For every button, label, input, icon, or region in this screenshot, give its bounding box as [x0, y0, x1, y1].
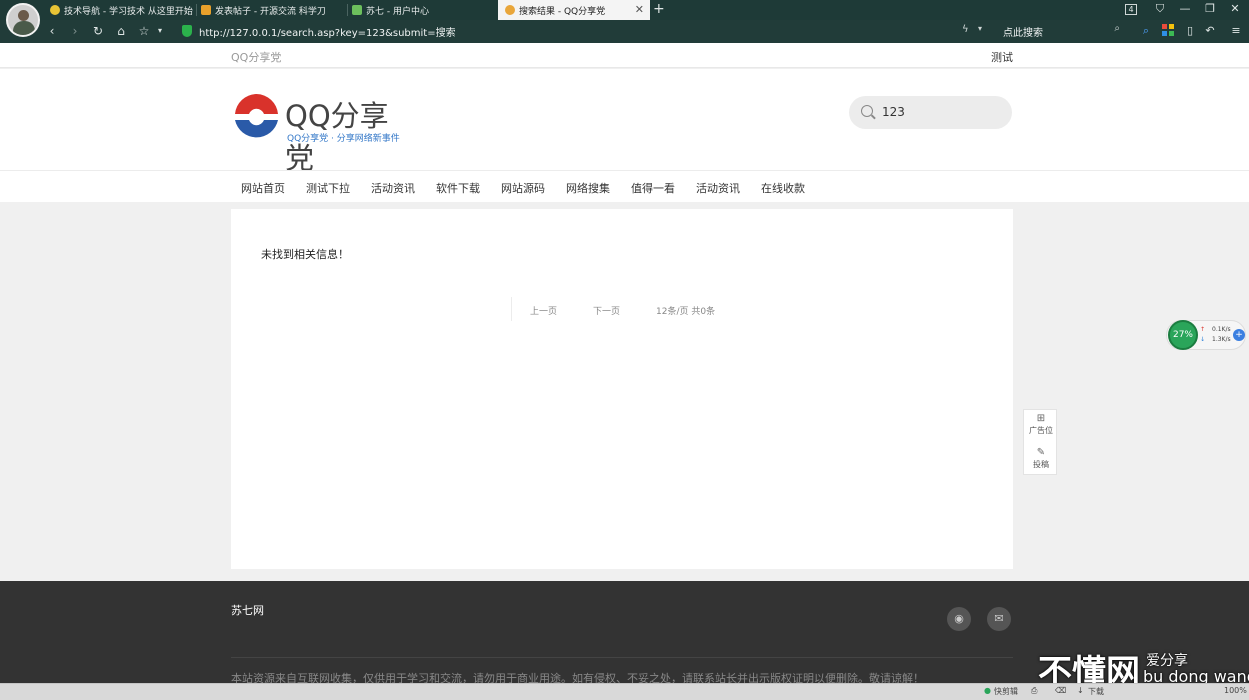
tab-title: 发表帖子 - 开源交流 科学刀	[215, 6, 326, 17]
tab-search-results[interactable]: 搜索结果 - QQ分享党 ✕	[498, 0, 650, 20]
site-name-link[interactable]: QQ分享党	[231, 49, 281, 65]
download-rate: 1.3K/s	[1212, 336, 1231, 343]
submit-post-button[interactable]: ✎ 投稿	[1024, 447, 1058, 470]
pagination: 上一页 下一页 12条/页 共0条	[511, 297, 715, 321]
find-icon[interactable]: ⌕	[1139, 24, 1153, 38]
mail-icon[interactable]: ✉	[987, 607, 1011, 631]
ad-label: 广告位	[1029, 426, 1053, 435]
close-window-icon[interactable]: ✕	[1225, 2, 1245, 15]
tab-post-thread[interactable]: 发表帖子 - 开源交流 科学刀	[201, 0, 347, 20]
tab-count-badge[interactable]: 4	[1125, 4, 1137, 15]
add-icon[interactable]: +	[1233, 329, 1245, 341]
fast-clip-label[interactable]: 快剪辑	[994, 686, 1018, 697]
nav-item-software[interactable]: 软件下载	[436, 180, 480, 196]
weibo-icon[interactable]: ◉	[947, 607, 971, 631]
screenshot-icon[interactable]: ⎙	[1031, 686, 1037, 696]
no-results-message: 未找到相关信息！	[261, 248, 349, 261]
back-icon[interactable]: ‹	[44, 23, 60, 39]
nav-item-home[interactable]: 网站首页	[241, 180, 285, 196]
ad-slot-button[interactable]: ⊞ 广告位	[1024, 413, 1058, 436]
site-topbar: QQ分享党 测试	[0, 43, 1249, 68]
lightning-icon[interactable]: ϟ	[962, 24, 969, 35]
side-float-panel: ⊞ 广告位 ✎ 投稿	[1023, 409, 1057, 475]
next-page-link[interactable]: 下一页	[593, 304, 620, 317]
chevron-down-icon[interactable]: ▾	[152, 23, 168, 39]
heart-icon	[50, 5, 60, 15]
tab-title: 搜索结果 - QQ分享党	[519, 6, 606, 17]
download-icon[interactable]: ↓	[1077, 686, 1084, 695]
user-avatar[interactable]	[6, 3, 40, 37]
browser-status-bar: ● 快剪辑 ⎙ ⌫ ↓ 下载 100%	[0, 683, 1249, 700]
grid-icon	[352, 5, 362, 15]
browser-toolbar: ‹ › ↻ ⌂ ☆ ▾ http://127.0.0.1/search.asp?…	[0, 20, 1249, 43]
site-search-input[interactable]: 123	[849, 96, 1012, 129]
tab-title: 苏七 - 用户中心	[366, 6, 429, 17]
favorite-star-icon[interactable]: ☆	[136, 23, 152, 39]
fast-clip-icon[interactable]: ●	[984, 686, 991, 695]
close-tab-icon[interactable]: ✕	[635, 3, 644, 16]
chevron-down-icon[interactable]: ▾	[978, 24, 982, 33]
status-left-icon	[0, 684, 10, 700]
search-placeholder: 点此搜索	[1003, 28, 1043, 39]
forward-icon[interactable]: ›	[67, 23, 83, 39]
tab-user-center[interactable]: 苏七 - 用户中心	[352, 0, 498, 20]
upload-rate: 0.1K/s	[1212, 326, 1231, 333]
apps-icon[interactable]	[1161, 24, 1175, 38]
site-nav: 网站首页 测试下拉 活动资讯 软件下载 网站源码 网络搜集 值得一看 活动资讯 …	[0, 170, 1249, 202]
security-shield-icon	[182, 25, 192, 37]
nav-item-collected[interactable]: 网络搜集	[566, 180, 610, 196]
shirt-skin-icon[interactable]: ⛉	[1150, 2, 1170, 16]
nav-item-events-2[interactable]: 活动资讯	[696, 180, 740, 196]
prev-page-link[interactable]: 上一页	[530, 304, 557, 317]
search-results-panel: 未找到相关信息！ 上一页 下一页 12条/页 共0条	[231, 209, 1013, 569]
network-percent: 27%	[1168, 320, 1198, 350]
notebook-icon	[201, 5, 211, 15]
footer-divider	[231, 657, 1013, 658]
restore-icon[interactable]: ❐	[1200, 2, 1220, 15]
nav-item-online-payment[interactable]: 在线收款	[761, 180, 805, 196]
site-logo[interactable]: QQ分享党 QQ分享党 · 分享网络新事件	[233, 91, 413, 175]
search-icon[interactable]: ⌕	[1114, 23, 1120, 34]
tab-title: 技术导航 - 学习技术 从这里开始	[64, 6, 193, 17]
search-icon[interactable]	[861, 105, 873, 117]
ad-icon: ⊞	[1036, 413, 1046, 424]
mobile-icon[interactable]: ▯	[1183, 24, 1197, 38]
nav-item-worth-seeing[interactable]: 值得一看	[631, 180, 675, 196]
footer-brand: 苏七网	[231, 604, 264, 617]
tab-tech-nav[interactable]: 技术导航 - 学习技术 从这里开始	[50, 0, 196, 20]
submit-label: 投稿	[1033, 460, 1049, 469]
search-value: 123	[882, 105, 905, 119]
nav-item-events[interactable]: 活动资讯	[371, 180, 415, 196]
new-tab-icon[interactable]: +	[653, 1, 665, 17]
web-page: QQ分享党 测试 QQ分享党 QQ分享党 · 分享网络新事件 123 网站首页 …	[0, 43, 1249, 683]
download-label[interactable]: 下载	[1088, 686, 1104, 697]
network-speed-widget[interactable]: 27% ↑ 0.1K/s ↓ 1.3K/s +	[1166, 320, 1246, 350]
tab-separator	[196, 4, 197, 16]
tab-separator	[347, 4, 348, 16]
upload-arrow-icon: ↑	[1200, 326, 1206, 333]
edit-icon: ✎	[1036, 447, 1046, 458]
smiley-icon	[505, 5, 515, 15]
zoom-level[interactable]: 100%	[1224, 686, 1247, 695]
logo-subtitle: QQ分享党 · 分享网络新事件	[287, 134, 400, 144]
download-arrow-icon: ↓	[1200, 336, 1206, 343]
footer-disclaimer: 本站资源来自互联网收集，仅供用于学习和交流，请勿用于商业用途。如有侵权、不妥之处…	[231, 672, 924, 683]
browser-search-input[interactable]: 点此搜索 ⌕	[998, 22, 1125, 40]
address-bar[interactable]: http://127.0.0.1/search.asp?key=123&subm…	[199, 24, 456, 39]
menu-icon[interactable]: ≡	[1229, 24, 1243, 38]
minimize-icon[interactable]: —	[1175, 2, 1195, 15]
undo-icon[interactable]: ↶	[1203, 24, 1217, 38]
reload-icon[interactable]: ↻	[90, 23, 106, 39]
topbar-test-link[interactable]: 测试	[991, 49, 1013, 65]
nav-item-test-dropdown[interactable]: 测试下拉	[306, 180, 350, 196]
home-icon[interactable]: ⌂	[113, 23, 129, 39]
browser-tab-bar: 技术导航 - 学习技术 从这里开始 发表帖子 - 开源交流 科学刀 苏七 - 用…	[0, 0, 1249, 20]
pagination-summary: 12条/页 共0条	[656, 307, 716, 317]
logo-emblem-icon	[235, 94, 278, 138]
clean-icon[interactable]: ⌫	[1055, 686, 1066, 695]
nav-item-source-code[interactable]: 网站源码	[501, 180, 545, 196]
